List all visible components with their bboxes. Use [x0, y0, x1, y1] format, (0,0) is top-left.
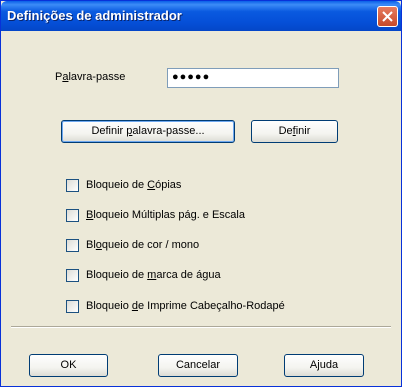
separator — [11, 326, 391, 328]
option-label: Bloqueio de Imprime Cabeçalho-Rodapé — [86, 300, 285, 312]
close-icon — [382, 11, 393, 22]
option-label: Bloqueio de cor / mono — [86, 239, 200, 251]
close-button[interactable] — [377, 6, 398, 27]
ok-button[interactable]: OK — [29, 354, 108, 377]
password-field[interactable]: ●●●●● — [167, 68, 339, 88]
set-password-button[interactable]: Definir palavra-passe... — [61, 120, 235, 143]
title-bar[interactable]: Definições de administrador — [1, 1, 401, 31]
option-label: Bloqueio de Cópias — [86, 179, 182, 191]
checkbox[interactable] — [66, 300, 79, 313]
window-title: Definições de administrador — [7, 8, 182, 23]
cancel-button[interactable]: Cancelar — [158, 354, 238, 377]
option-label: Bloqueio Múltiplas pág. e Escala — [86, 209, 245, 221]
checkbox[interactable] — [66, 269, 79, 282]
checkbox[interactable] — [66, 179, 79, 192]
dialog-body: Palavra-passe ●●●●● Definir palavra-pass… — [4, 31, 398, 385]
option-label: Bloqueio de marca de água — [86, 269, 221, 281]
define-button[interactable]: Definir — [251, 120, 338, 143]
checkbox[interactable] — [66, 239, 79, 252]
password-label: Palavra-passe — [55, 71, 126, 83]
checkbox[interactable] — [66, 209, 79, 222]
help-button[interactable]: Ajuda — [284, 354, 364, 377]
admin-settings-dialog: Definições de administrador Palavra-pass… — [0, 0, 402, 387]
